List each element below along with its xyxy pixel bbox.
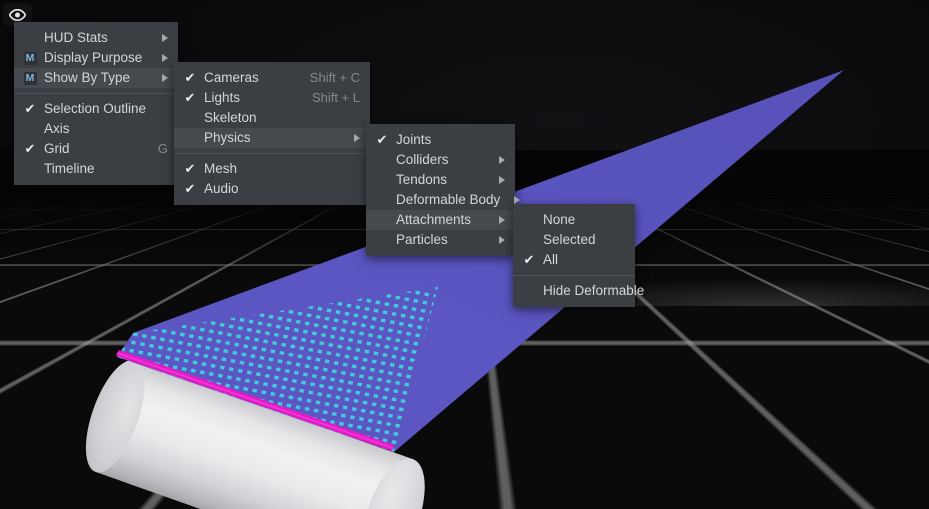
menu-item-selection-outline[interactable]: ✔ Selection Outline bbox=[14, 99, 178, 119]
menu-item-label: Skeleton bbox=[198, 108, 360, 128]
menu-item-label: Timeline bbox=[38, 159, 168, 179]
menu-item-label: Lights bbox=[198, 88, 286, 108]
menu-item-label: Physics bbox=[198, 128, 340, 148]
menu-item-label: All bbox=[537, 250, 625, 270]
menu-item-shortcut: Shift + L bbox=[286, 88, 360, 108]
menu-item-deformable-body[interactable]: Deformable Body bbox=[366, 190, 515, 210]
menu-item-display-purpose[interactable]: M Display Purpose bbox=[14, 48, 178, 68]
menu-item-label: Attachments bbox=[390, 210, 485, 230]
menu-item-none[interactable]: None bbox=[513, 210, 635, 230]
menu-item-label: Hide Deformable bbox=[537, 281, 644, 301]
material-badge-letter: M bbox=[24, 72, 37, 85]
menu-item-particles[interactable]: Particles bbox=[366, 230, 515, 250]
show-by-type-menu[interactable]: ✔ Cameras Shift + C ✔ Lights Shift + L Skeleto… bbox=[174, 62, 370, 205]
menu-item-hud-stats[interactable]: HUD Stats bbox=[14, 28, 178, 48]
menu-item-label: Mesh bbox=[198, 159, 360, 179]
submenu-arrow-icon bbox=[162, 54, 168, 62]
menu-item-label: Show By Type bbox=[38, 68, 148, 88]
checkmark-icon: ✔ bbox=[22, 99, 38, 119]
submenu-arrow-icon bbox=[354, 134, 360, 142]
checkmark-icon: ✔ bbox=[521, 250, 537, 270]
menu-item-label: Axis bbox=[38, 119, 168, 139]
menu-item-label: Colliders bbox=[390, 150, 485, 170]
menu-item-attachments[interactable]: Attachments bbox=[366, 210, 515, 230]
checkmark-icon: ✔ bbox=[182, 179, 198, 199]
menu-item-label: Selection Outline bbox=[38, 99, 168, 119]
checkmark-icon: ✔ bbox=[182, 68, 198, 88]
menu-item-colliders[interactable]: Colliders bbox=[366, 150, 515, 170]
menu-item-timeline[interactable]: Timeline bbox=[14, 159, 178, 179]
submenu-arrow-icon bbox=[514, 196, 520, 204]
material-badge-icon: M bbox=[22, 71, 38, 85]
menu-separator bbox=[513, 275, 635, 276]
menu-item-axis[interactable]: Axis bbox=[14, 119, 178, 139]
menu-item-selected[interactable]: Selected bbox=[513, 230, 635, 250]
submenu-arrow-icon bbox=[162, 74, 168, 82]
checkmark-icon: ✔ bbox=[374, 130, 390, 150]
menu-item-skeleton[interactable]: Skeleton bbox=[174, 108, 370, 128]
menu-item-label: Grid bbox=[38, 139, 132, 159]
eye-icon bbox=[9, 9, 26, 21]
submenu-arrow-icon bbox=[499, 156, 505, 164]
menu-item-label: None bbox=[537, 210, 625, 230]
attachments-menu[interactable]: None Selected ✔ All Hide Deformable bbox=[513, 204, 635, 307]
submenu-arrow-icon bbox=[499, 176, 505, 184]
material-badge-icon: M bbox=[22, 51, 38, 65]
menu-item-physics[interactable]: Physics bbox=[174, 128, 370, 148]
menu-item-label: Tendons bbox=[390, 170, 485, 190]
menu-item-audio[interactable]: ✔ Audio bbox=[174, 179, 370, 199]
checkmark-icon: ✔ bbox=[182, 159, 198, 179]
menu-item-all[interactable]: ✔ All bbox=[513, 250, 635, 270]
menu-item-mesh[interactable]: ✔ Mesh bbox=[174, 159, 370, 179]
application-window: HUD Stats M Display Purpose M Show By Type ✔ S… bbox=[0, 0, 929, 509]
physics-menu[interactable]: ✔ Joints Colliders Tendons Deformable Body At… bbox=[366, 124, 515, 256]
material-badge-letter: M bbox=[24, 52, 37, 65]
menu-item-lights[interactable]: ✔ Lights Shift + L bbox=[174, 88, 370, 108]
menu-item-label: Display Purpose bbox=[38, 48, 148, 68]
submenu-arrow-icon bbox=[499, 236, 505, 244]
menu-separator bbox=[174, 153, 370, 154]
menu-item-label: Deformable Body bbox=[390, 190, 500, 210]
menu-item-grid[interactable]: ✔ Grid G bbox=[14, 139, 178, 159]
submenu-arrow-icon bbox=[499, 216, 505, 224]
menu-item-label: Particles bbox=[390, 230, 485, 250]
display-flags-menu[interactable]: HUD Stats M Display Purpose M Show By Type ✔ S… bbox=[14, 22, 178, 185]
menu-item-label: HUD Stats bbox=[38, 28, 148, 48]
menu-item-label: Audio bbox=[198, 179, 360, 199]
menu-item-joints[interactable]: ✔ Joints bbox=[366, 130, 515, 150]
menu-item-shortcut: G bbox=[132, 139, 168, 159]
menu-item-label: Selected bbox=[537, 230, 625, 250]
menu-separator bbox=[14, 93, 178, 94]
submenu-arrow-icon bbox=[162, 34, 168, 42]
menu-item-shortcut: Shift + C bbox=[284, 68, 360, 88]
menu-item-tendons[interactable]: Tendons bbox=[366, 170, 515, 190]
menu-item-cameras[interactable]: ✔ Cameras Shift + C bbox=[174, 68, 370, 88]
menu-item-hide-deformable[interactable]: Hide Deformable bbox=[513, 281, 635, 301]
menu-item-label: Cameras bbox=[198, 68, 284, 88]
checkmark-icon: ✔ bbox=[22, 139, 38, 159]
checkmark-icon: ✔ bbox=[182, 88, 198, 108]
menu-item-label: Joints bbox=[390, 130, 505, 150]
menu-item-show-by-type[interactable]: M Show By Type bbox=[14, 68, 178, 88]
